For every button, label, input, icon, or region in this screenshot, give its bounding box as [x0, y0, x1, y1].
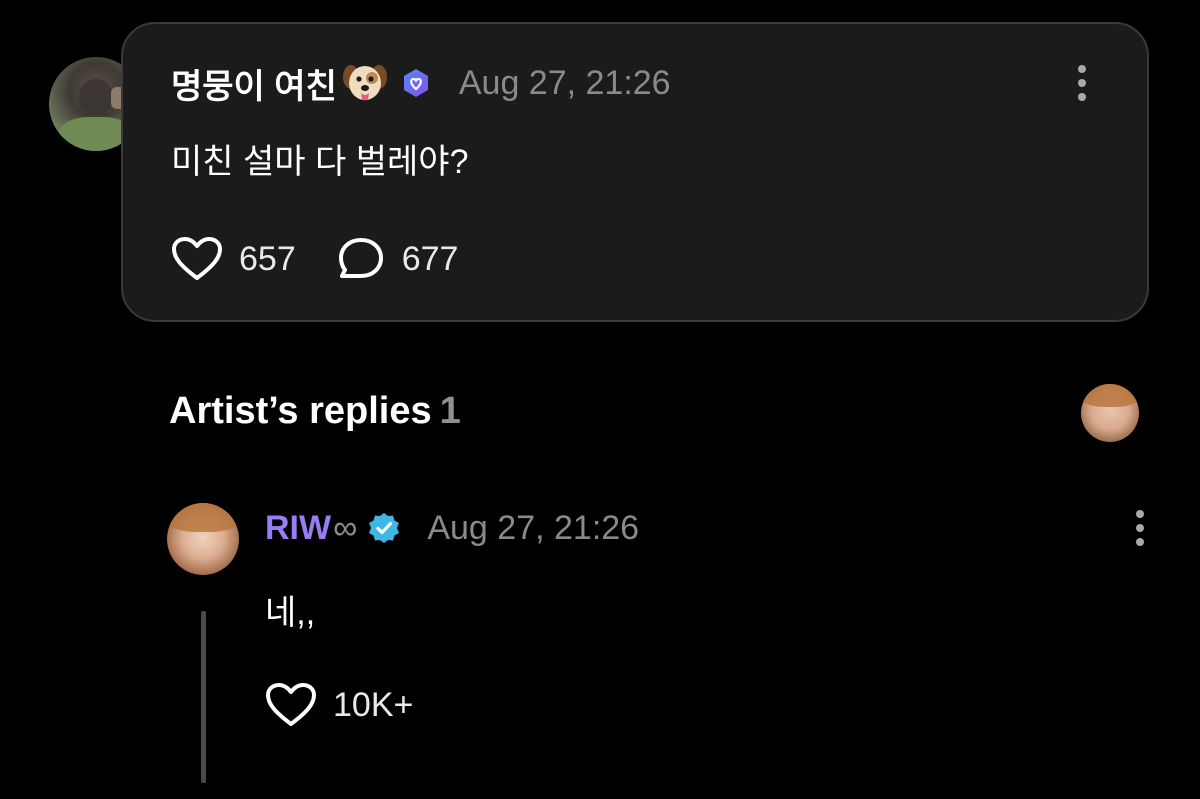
reply-text: 네,,: [265, 594, 316, 632]
post-card[interactable]: 명뭉이 여친 Aug 27, 21:26 미친 설마 다 벌레야? 657 67…: [121, 22, 1149, 322]
post-more-options-icon[interactable]: [1070, 65, 1094, 101]
purple-verified-badge-icon: [401, 68, 431, 98]
blue-verified-badge-icon: [367, 511, 401, 545]
comment-button[interactable]: 677: [336, 236, 459, 282]
comment-count: 677: [401, 239, 459, 278]
like-button[interactable]: 657: [171, 236, 296, 282]
post-header: 명뭉이 여친 Aug 27, 21:26: [171, 60, 671, 106]
post-timestamp: Aug 27, 21:26: [458, 63, 671, 102]
post-author-name[interactable]: 명뭉이 여친: [171, 59, 337, 108]
artist-replies-label: Artist’s replies: [169, 390, 432, 432]
like-count: 657: [239, 239, 296, 278]
artist-replies-title: Artist’s replies 1: [169, 390, 461, 433]
heart-icon: [172, 237, 222, 280]
post-actions: 657 677: [171, 236, 458, 282]
avatar-face: [79, 79, 113, 115]
artist-avatar-small[interactable]: [1081, 384, 1139, 442]
reply-timestamp: Aug 27, 21:26: [427, 508, 640, 547]
reply-more-options-icon[interactable]: [1128, 510, 1152, 546]
reply-like-count: 10K+: [333, 685, 414, 724]
thread-line: [201, 611, 206, 783]
reply-actions: 10K+: [265, 682, 413, 728]
reply-author-name[interactable]: RIW: [265, 509, 331, 548]
artist-replies-count: 1: [439, 390, 461, 432]
infinity-icon: ∞: [333, 508, 358, 547]
reply-like-button[interactable]: 10K+: [265, 682, 413, 728]
reply-header: RIW ∞ Aug 27, 21:26: [265, 505, 639, 551]
puppy-face-emoji-icon: [341, 61, 389, 105]
heart-icon: [266, 683, 316, 726]
post-text: 미친 설마 다 벌레야?: [171, 143, 469, 181]
artist-reply-screen: 명뭉이 여친 Aug 27, 21:26 미친 설마 다 벌레야? 657 67…: [0, 0, 1200, 799]
avatar-hair: [1081, 384, 1139, 408]
avatar-hair: [167, 503, 239, 532]
speech-bubble-icon: [338, 238, 383, 278]
reply-author-avatar[interactable]: [167, 503, 239, 575]
